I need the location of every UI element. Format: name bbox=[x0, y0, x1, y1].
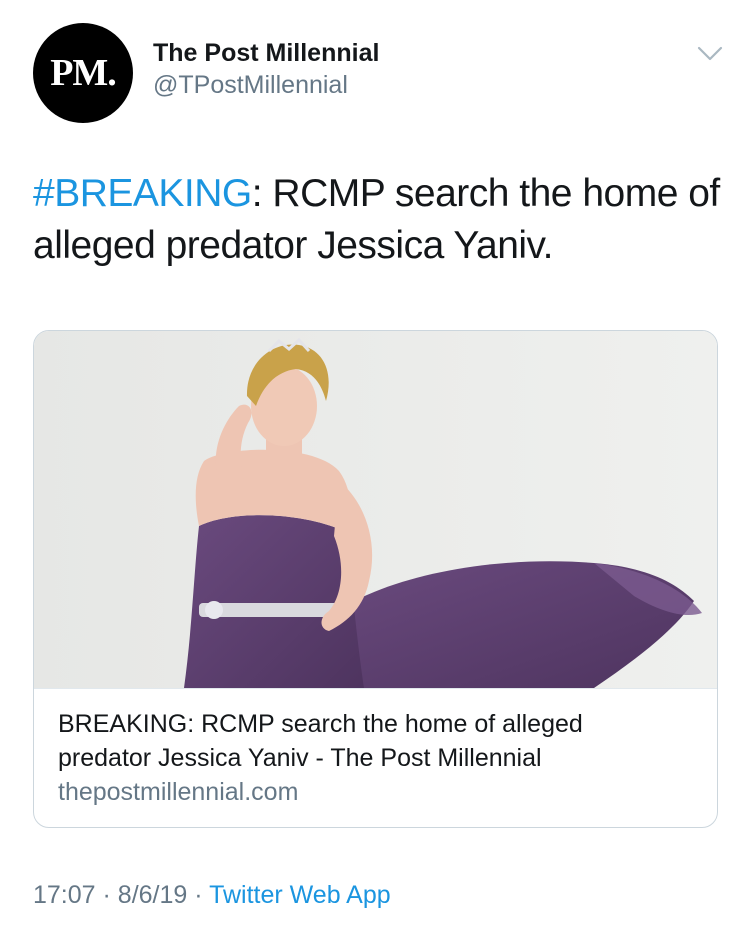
meta-separator: · bbox=[194, 881, 203, 909]
chevron-down-icon[interactable] bbox=[697, 45, 723, 63]
tweet-time[interactable]: 17:07 bbox=[33, 881, 96, 909]
card-title-line-1: BREAKING: RCMP search the home of allege… bbox=[58, 710, 583, 738]
avatar-logo-text: PM. bbox=[50, 52, 117, 94]
hashtag-link[interactable]: #BREAKING bbox=[33, 172, 252, 215]
account-names[interactable]: The Post Millennial @TPostMillennial bbox=[153, 37, 379, 101]
account-handle[interactable]: @TPostMillennial bbox=[153, 69, 379, 101]
card-title-line-2: predator Jessica Yaniv - The Post Millen… bbox=[58, 744, 542, 772]
tweet-text: #BREAKING: RCMP search the home of alleg… bbox=[33, 168, 723, 272]
tweet-source-link[interactable]: Twitter Web App bbox=[209, 881, 391, 909]
tweet-metadata: 17:07 · 8/6/19 · Twitter Web App bbox=[33, 878, 391, 912]
display-name[interactable]: The Post Millennial bbox=[153, 37, 379, 69]
card-body[interactable]: BREAKING: RCMP search the home of allege… bbox=[34, 688, 717, 827]
tweet-header: PM. The Post Millennial @TPostMillennial bbox=[33, 23, 725, 123]
card-domain: thepostmillennial.com bbox=[58, 778, 299, 806]
card-image bbox=[34, 331, 717, 688]
avatar[interactable]: PM. bbox=[33, 23, 133, 123]
link-card[interactable]: BREAKING: RCMP search the home of allege… bbox=[33, 330, 718, 828]
tweet-date[interactable]: 8/6/19 bbox=[118, 881, 188, 909]
meta-separator: · bbox=[102, 881, 111, 909]
